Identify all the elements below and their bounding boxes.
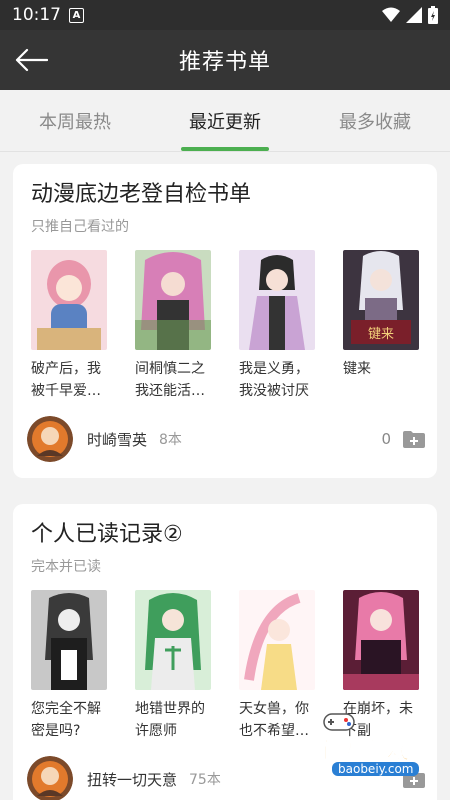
avatar[interactable] xyxy=(27,416,73,462)
arrow-left-icon xyxy=(15,48,48,72)
book-item[interactable]: 您完全不解密是吗? xyxy=(31,590,107,742)
book-cover-image xyxy=(135,250,211,350)
book-count: 75本 xyxy=(189,772,221,788)
app-bar: 推荐书单 xyxy=(0,30,450,90)
book-cover-image xyxy=(31,590,107,690)
author-name[interactable]: 扭转一切天意 xyxy=(87,769,177,790)
booklist-subtitle: 完本并已读 xyxy=(31,559,101,575)
book-title: 我是义勇，我没被讨厌 xyxy=(239,361,309,399)
book-title: 破产后，我被千早爱… xyxy=(31,361,101,399)
status-time: 10:17 xyxy=(12,5,61,25)
tab-label: 最多收藏 xyxy=(339,111,411,133)
battery-icon xyxy=(428,6,438,24)
author-name[interactable]: 时崎雪英 xyxy=(87,429,147,450)
book-title: 地错世界的许愿师 xyxy=(135,701,205,739)
tab-label: 本周最热 xyxy=(39,111,111,133)
book-item[interactable]: 天女兽，你也不希望… xyxy=(239,590,315,742)
book-cover-image xyxy=(135,590,211,690)
svg-text:键来: 键来 xyxy=(368,327,394,342)
book-item[interactable]: 键来 键来 xyxy=(343,250,419,402)
book-cover-image: 键来 xyxy=(343,250,419,350)
booklist-title: 动漫底边老登自检书单 xyxy=(31,182,252,207)
book-title: 天女兽，你也不希望… xyxy=(239,701,309,739)
avatar[interactable] xyxy=(27,756,73,800)
tab-label: 最近更新 xyxy=(189,111,261,133)
tab-recent-update[interactable]: 最近更新 xyxy=(150,90,300,151)
book-cover-image xyxy=(343,590,419,690)
booklist-card[interactable]: 个人已读记录② 完本并已读 您完全不解密是吗? 地错世界的许愿师 天女兽，你也不… xyxy=(13,504,437,800)
book-cover-image xyxy=(31,250,107,350)
book-title: 间桐慎二之我还能活… xyxy=(135,361,205,399)
page-title: 推荐书单 xyxy=(178,50,271,75)
tab-bar: 本周最热 最近更新 最多收藏 xyxy=(0,90,450,152)
booklist-feed: 动漫底边老登自检书单 只推自己看过的 破产后，我被千早爱… 间桐慎二之我还能活…… xyxy=(0,152,450,800)
book-title: 您完全不解密是吗? xyxy=(31,701,101,739)
back-button[interactable] xyxy=(14,42,54,78)
book-item[interactable]: 破产后，我被千早爱… xyxy=(31,250,107,402)
notification-icon: A xyxy=(69,7,84,23)
booklist-subtitle: 只推自己看过的 xyxy=(31,219,129,235)
book-count: 8本 xyxy=(159,432,182,448)
status-bar: 10:17 A xyxy=(0,0,450,30)
tab-most-favorited[interactable]: 最多收藏 xyxy=(300,90,450,151)
folder-add-icon xyxy=(403,431,425,448)
booklist-footer: 时崎雪英 8本 0 xyxy=(27,414,425,464)
booklist-footer: 扭转一切天意 75本 xyxy=(27,754,425,800)
favorite-count: 0 xyxy=(381,430,391,448)
booklist-title: 个人已读记录② xyxy=(31,522,183,547)
book-item[interactable]: 间桐慎二之我还能活… xyxy=(135,250,211,402)
book-item[interactable]: 我是义勇，我没被讨厌 xyxy=(239,250,315,402)
book-item[interactable]: 在崩坏，未下副 xyxy=(343,590,419,742)
signal-icon xyxy=(406,7,422,23)
book-title: 键来 xyxy=(343,361,371,377)
folder-add-icon xyxy=(403,771,425,788)
book-cover-image xyxy=(239,590,315,690)
book-cover-image xyxy=(239,250,315,350)
favorite-button[interactable] xyxy=(391,770,425,788)
book-item[interactable]: 地错世界的许愿师 xyxy=(135,590,211,742)
booklist-card[interactable]: 动漫底边老登自检书单 只推自己看过的 破产后，我被千早爱… 间桐慎二之我还能活…… xyxy=(13,164,437,478)
wifi-icon xyxy=(382,7,400,22)
favorite-button[interactable]: 0 xyxy=(381,430,425,448)
book-title: 在崩坏，未下副 xyxy=(343,701,413,739)
tab-weekly-hot[interactable]: 本周最热 xyxy=(0,90,150,151)
